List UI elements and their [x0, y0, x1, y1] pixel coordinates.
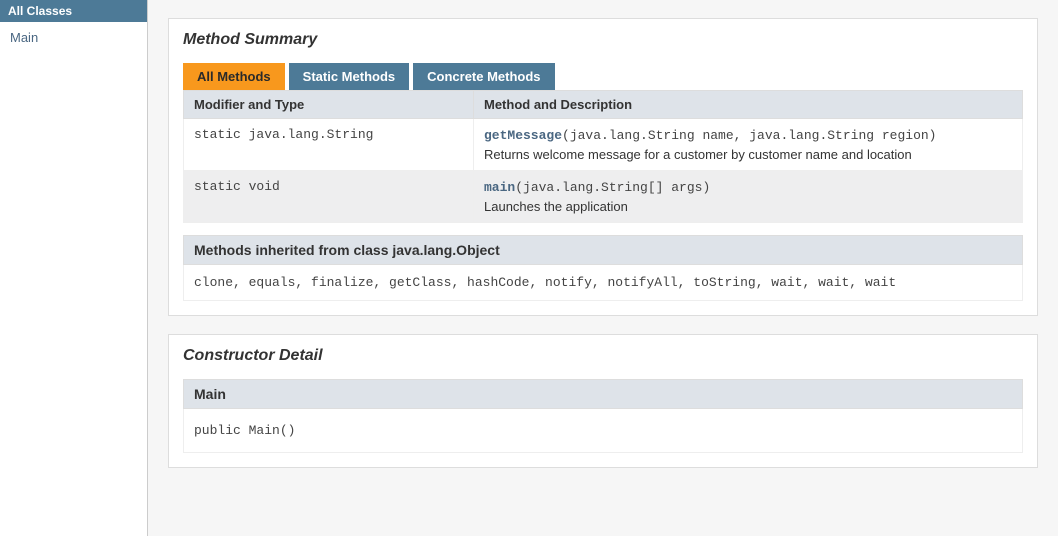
sidebar-header: All Classes [0, 0, 147, 22]
tab-all-methods[interactable]: All Methods [183, 63, 285, 90]
method-table: Modifier and Type Method and Description… [183, 90, 1023, 223]
constructor-signature: public Main() [183, 409, 1023, 453]
method-row: static java.lang.String getMessage(java.… [184, 119, 1023, 171]
method-row: static void main(java.lang.String[] args… [184, 171, 1023, 223]
constructor-detail-title: Constructor Detail [183, 347, 1023, 365]
method-summary-title: Method Summary [183, 31, 1023, 49]
col-header-modifier: Modifier and Type [184, 91, 474, 119]
tab-static-methods[interactable]: Static Methods [289, 63, 409, 90]
method-cell: main(java.lang.String[] args) Launches t… [474, 171, 1023, 223]
constructor-detail-section: Constructor Detail Main public Main() [168, 334, 1038, 468]
sidebar-item-main[interactable]: Main [0, 22, 147, 53]
col-header-method: Method and Description [474, 91, 1023, 119]
method-signature: (java.lang.String[] args) [515, 180, 710, 195]
method-cell: getMessage(java.lang.String name, java.l… [474, 119, 1023, 171]
inherited-methods-list: clone, equals, finalize, getClass, hashC… [183, 265, 1023, 301]
method-link-main[interactable]: main [484, 180, 515, 195]
method-summary-section: Method Summary All Methods Static Method… [168, 18, 1038, 316]
method-link-getmessage[interactable]: getMessage [484, 128, 562, 143]
inherited-methods-header: Methods inherited from class java.lang.O… [183, 235, 1023, 265]
constructor-name: Main [183, 379, 1023, 409]
tab-concrete-methods[interactable]: Concrete Methods [413, 63, 554, 90]
method-signature: (java.lang.String name, java.lang.String… [562, 128, 936, 143]
main-content: Method Summary All Methods Static Method… [148, 0, 1058, 536]
sidebar-link-main[interactable]: Main [10, 30, 38, 45]
sidebar: All Classes Main [0, 0, 148, 536]
inherited-methods-box: Methods inherited from class java.lang.O… [183, 235, 1023, 301]
method-description: Returns welcome message for a customer b… [484, 147, 1012, 162]
method-tabs: All Methods Static Methods Concrete Meth… [183, 63, 1023, 90]
method-modifier: static java.lang.String [184, 119, 474, 171]
method-modifier: static void [184, 171, 474, 223]
method-description: Launches the application [484, 199, 1012, 214]
